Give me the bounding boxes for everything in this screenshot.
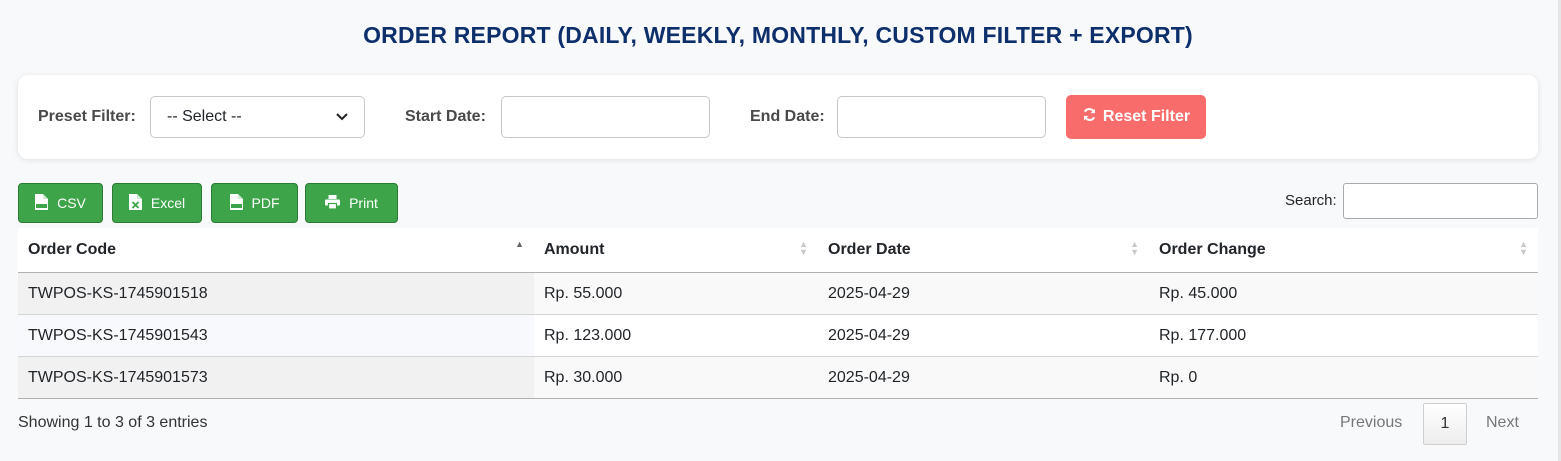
excel-file-icon — [128, 193, 142, 213]
sort-icon: ▲ ▼ — [1519, 239, 1528, 257]
reset-filter-label: Reset Filter — [1102, 108, 1191, 125]
end-date-input[interactable] — [837, 96, 1046, 138]
printer-icon — [325, 194, 341, 212]
amount-cell: Rp. 123.000 — [534, 314, 818, 357]
order-code-cell: TWPOS-KS-1745901573 — [18, 356, 534, 399]
order-code-cell: TWPOS-KS-1745901543 — [18, 314, 534, 357]
search-label: Search: — [1285, 192, 1337, 209]
column-header-label: Order Date — [828, 241, 911, 258]
table-row: TWPOS-KS-1745901573 Rp. 30.000 2025-04-2… — [18, 356, 1538, 399]
order-change-cell: Rp. 0 — [1149, 356, 1538, 399]
table-row: TWPOS-KS-1745901543 Rp. 123.000 2025-04-… — [18, 314, 1538, 357]
order-change-cell: Rp. 45.000 — [1149, 272, 1538, 315]
order-code-cell: TWPOS-KS-1745901518 — [18, 272, 534, 315]
start-date-label: Start Date: — [405, 108, 486, 125]
refresh-icon — [1082, 107, 1097, 127]
search-input[interactable] — [1343, 183, 1538, 219]
next-page-button[interactable]: Next — [1486, 414, 1519, 432]
column-header-order-change[interactable]: Order Change ▲ ▼ — [1149, 228, 1538, 273]
column-header-label: Order Change — [1159, 241, 1266, 258]
start-date-input[interactable] — [501, 96, 710, 138]
order-change-cell: Rp. 177.000 — [1149, 314, 1538, 357]
print-button[interactable]: Print — [305, 183, 398, 223]
end-date-label: End Date: — [750, 108, 825, 125]
previous-page-button[interactable]: Previous — [1340, 414, 1402, 432]
filter-panel: Preset Filter: -- Select -- Start Date: … — [18, 75, 1538, 159]
column-header-label: Order Code — [28, 241, 117, 258]
chevron-down-icon — [336, 110, 348, 124]
csv-export-button[interactable]: CSV — [18, 183, 103, 223]
amount-cell: Rp. 30.000 — [534, 356, 818, 399]
pdf-file-icon — [229, 193, 243, 213]
column-header-order-code[interactable]: Order Code ▲ ▼ — [18, 228, 534, 273]
amount-cell: Rp. 55.000 — [534, 272, 818, 315]
excel-export-button[interactable]: Excel — [112, 183, 202, 223]
sort-icon: ▲ ▼ — [799, 239, 808, 257]
column-header-label: Amount — [544, 241, 605, 258]
preset-filter-label: Preset Filter: — [38, 108, 136, 125]
print-label: Print — [349, 195, 378, 211]
table-row: TWPOS-KS-1745901518 Rp. 55.000 2025-04-2… — [18, 272, 1538, 315]
orders-table: Order Code ▲ ▼ Amount ▲ ▼ Order Date ▲ ▼ Or… — [18, 228, 1538, 399]
page-button-current[interactable]: 1 — [1423, 403, 1467, 445]
table-info: Showing 1 to 3 of 3 entries — [18, 414, 208, 431]
excel-label: Excel — [150, 195, 186, 211]
csv-file-icon — [35, 193, 49, 213]
order-date-cell: 2025-04-29 — [818, 356, 1149, 399]
column-header-order-date[interactable]: Order Date ▲ ▼ — [818, 228, 1149, 273]
sort-icon: ▲ ▼ — [1130, 239, 1139, 257]
preset-filter-value: -- Select -- — [167, 108, 242, 125]
column-header-amount[interactable]: Amount ▲ ▼ — [534, 228, 818, 273]
preset-filter-select[interactable]: -- Select -- — [150, 96, 365, 138]
pdf-export-button[interactable]: PDF — [211, 183, 298, 223]
order-date-cell: 2025-04-29 — [818, 314, 1149, 357]
page-title: ORDER REPORT (DAILY, WEEKLY, MONTHLY, CU… — [363, 22, 1193, 48]
sort-ascending-icon: ▲ ▼ — [515, 239, 524, 257]
reset-filter-button[interactable]: Reset Filter — [1066, 95, 1206, 139]
pdf-label: PDF — [251, 195, 280, 211]
order-date-cell: 2025-04-29 — [818, 272, 1149, 315]
csv-label: CSV — [57, 195, 86, 211]
